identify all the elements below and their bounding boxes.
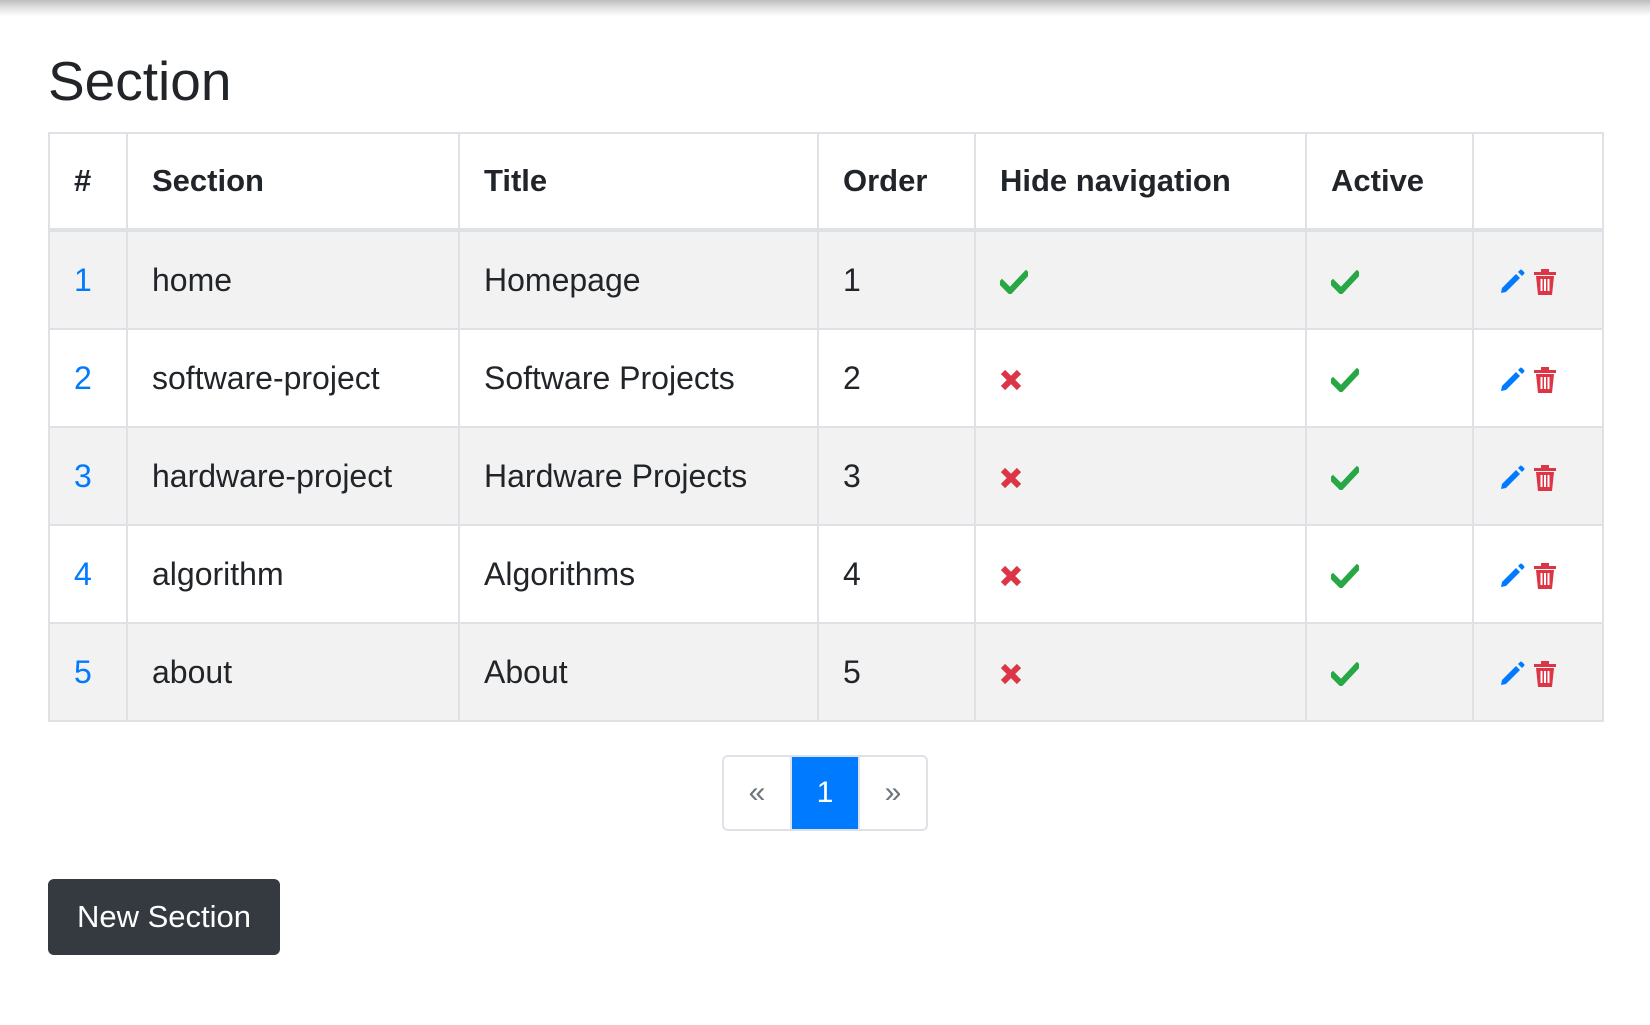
cell-actions: [1472, 524, 1604, 624]
cell-active: [1305, 622, 1474, 722]
cell-id: 4: [48, 524, 128, 624]
cell-hide-navigation: [974, 229, 1307, 330]
cell-hide-navigation: [974, 426, 1307, 526]
row-id-link[interactable]: 5: [74, 654, 92, 690]
cell-active: [1305, 524, 1474, 624]
check-icon: [1331, 270, 1359, 295]
table-header-row: # Section Title Order Hide navigation Ac…: [48, 132, 1604, 232]
cell-id: 2: [48, 328, 128, 428]
trash-icon[interactable]: [1532, 562, 1558, 590]
main-container: Section # Section Title Order Hide navig…: [48, 40, 1604, 722]
check-icon: [1331, 564, 1359, 589]
pencil-icon[interactable]: [1498, 562, 1526, 590]
pencil-icon[interactable]: [1498, 660, 1526, 688]
cell-order: 2: [817, 328, 976, 428]
pagination-next[interactable]: »: [858, 757, 926, 829]
table-body: 1 home Homepage 1 2 software-project Software …: [48, 229, 1604, 722]
cell-section: software-project: [126, 328, 460, 428]
cell-actions: [1472, 426, 1604, 526]
cell-actions: [1472, 328, 1604, 428]
cell-id: 3: [48, 426, 128, 526]
table-row: 2 software-project Software Projects 2: [48, 328, 1604, 428]
cross-icon: [1000, 467, 1022, 489]
cell-hide-navigation: [974, 328, 1307, 428]
column-header-order[interactable]: Order: [817, 132, 976, 232]
cell-hide-navigation: [974, 524, 1307, 624]
column-header-active[interactable]: Active: [1305, 132, 1474, 232]
cell-section: about: [126, 622, 460, 722]
cross-icon: [1000, 369, 1022, 391]
cell-title: Algorithms: [458, 524, 819, 624]
column-header-id[interactable]: #: [48, 132, 128, 232]
cell-title: Software Projects: [458, 328, 819, 428]
trash-icon[interactable]: [1532, 660, 1558, 688]
table-row: 5 about About 5: [48, 622, 1604, 722]
cell-order: 4: [817, 524, 976, 624]
cell-order: 3: [817, 426, 976, 526]
table-row: 4 algorithm Algorithms 4: [48, 524, 1604, 624]
cell-id: 5: [48, 622, 128, 722]
pagination-page-1[interactable]: 1: [792, 757, 858, 829]
cell-hide-navigation: [974, 622, 1307, 722]
cell-title: Hardware Projects: [458, 426, 819, 526]
cross-icon: [1000, 565, 1022, 587]
check-icon: [1331, 662, 1359, 687]
column-header-actions: [1472, 132, 1604, 232]
pagination: « 1 »: [722, 755, 928, 831]
table-row: 3 hardware-project Hardware Projects 3: [48, 426, 1604, 526]
trash-icon[interactable]: [1532, 464, 1558, 492]
cell-order: 1: [817, 229, 976, 330]
check-icon: [1331, 368, 1359, 393]
page-title: Section: [48, 50, 232, 112]
cell-section: algorithm: [126, 524, 460, 624]
trash-icon[interactable]: [1532, 268, 1558, 296]
cell-title: Homepage: [458, 229, 819, 330]
row-id-link[interactable]: 4: [74, 556, 92, 592]
cell-title: About: [458, 622, 819, 722]
cell-active: [1305, 229, 1474, 330]
row-id-link[interactable]: 3: [74, 458, 92, 494]
check-icon: [1331, 466, 1359, 491]
pagination-prev[interactable]: «: [724, 757, 792, 829]
table-row: 1 home Homepage 1: [48, 229, 1604, 330]
column-header-section[interactable]: Section: [126, 132, 460, 232]
cell-active: [1305, 328, 1474, 428]
cell-section: hardware-project: [126, 426, 460, 526]
pencil-icon[interactable]: [1498, 464, 1526, 492]
sections-table: # Section Title Order Hide navigation Ac…: [48, 132, 1604, 722]
trash-icon[interactable]: [1532, 366, 1558, 394]
row-id-link[interactable]: 2: [74, 360, 92, 396]
column-header-hide-navigation[interactable]: Hide navigation: [974, 132, 1307, 232]
cell-order: 5: [817, 622, 976, 722]
pencil-icon[interactable]: [1498, 366, 1526, 394]
cell-active: [1305, 426, 1474, 526]
new-section-button[interactable]: New Section: [48, 879, 280, 955]
cross-icon: [1000, 663, 1022, 685]
check-icon: [1000, 270, 1028, 295]
row-id-link[interactable]: 1: [74, 262, 92, 298]
cell-section: home: [126, 229, 460, 330]
cell-id: 1: [48, 229, 128, 330]
pencil-icon[interactable]: [1498, 268, 1526, 296]
cell-actions: [1472, 229, 1604, 330]
cell-actions: [1472, 622, 1604, 722]
top-shadow: [0, 0, 1650, 16]
column-header-title[interactable]: Title: [458, 132, 819, 232]
